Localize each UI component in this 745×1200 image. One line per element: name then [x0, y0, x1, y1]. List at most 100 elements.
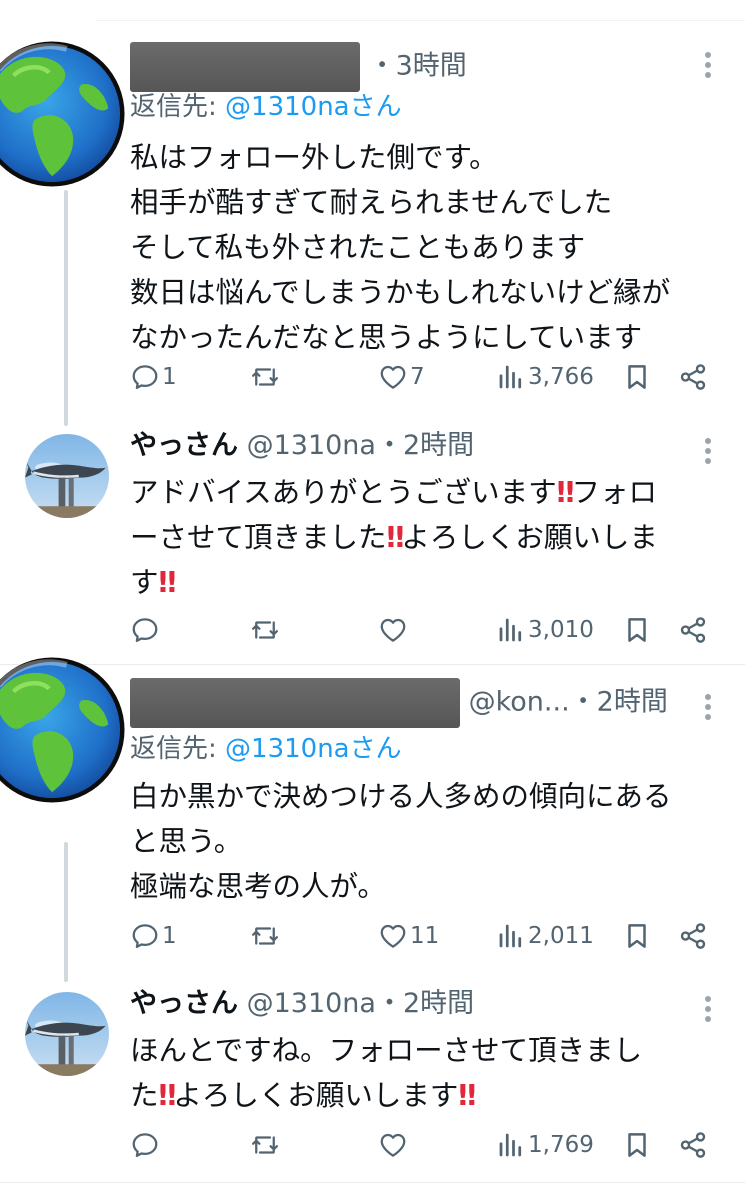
reply-button[interactable]: 1	[130, 916, 177, 956]
reply-button[interactable]	[130, 1125, 162, 1165]
bookmark-button[interactable]	[622, 916, 652, 956]
heart-icon	[378, 615, 408, 645]
redacted-name	[130, 678, 460, 728]
bookmark-button[interactable]	[622, 610, 652, 650]
views-chart-icon	[496, 921, 526, 951]
author-name[interactable]: やっさん	[130, 988, 238, 1019]
tweet-text-line: 私はフォロー外した側です。	[130, 141, 498, 174]
double-exclamation-emoji: ‼	[158, 1079, 177, 1112]
tweet-actions: 1 7 3,766	[130, 357, 715, 397]
share-icon	[678, 362, 708, 392]
whale-statue-icon	[25, 992, 109, 1076]
author-handle[interactable]: @1310na	[247, 988, 376, 1019]
tweet-text-line: と思う。	[130, 825, 243, 858]
views-button[interactable]: 3,010	[496, 610, 594, 650]
tweet[interactable]: @kon...・2時間 返信先: @1310naさん 白か黒かで決めつける人多め…	[0, 664, 745, 980]
bookmark-button[interactable]	[622, 1125, 652, 1165]
tweet-text: 白か黒かで決めつける人多めの傾向にある と思う。極端な思考の人が。	[130, 774, 720, 909]
reply-to-line: 返信先: @1310naさん	[130, 90, 402, 124]
reply-to-mention[interactable]: @1310naさん	[225, 92, 402, 122]
bookmark-icon	[622, 1130, 652, 1160]
author-handle[interactable]: @kon...	[469, 687, 570, 718]
author-handle[interactable]: @1310na	[247, 430, 376, 461]
retweet-icon	[250, 921, 280, 951]
bookmark-icon	[622, 921, 652, 951]
double-exclamation-emoji: ‼	[556, 476, 575, 509]
share-button[interactable]	[678, 916, 708, 956]
tweet-time[interactable]: ・2時間	[376, 988, 474, 1019]
double-exclamation-emoji: ‼	[158, 566, 177, 599]
tweet[interactable]: やっさん @1310na・2時間 ほんとですね。フォローさせて頂きまし た‼よろし…	[0, 980, 745, 1182]
like-count: 11	[410, 923, 440, 949]
tweet-time[interactable]: ・2時間	[570, 687, 668, 718]
retweet-icon	[250, 615, 280, 645]
thread-divider	[0, 1182, 745, 1183]
more-icon[interactable]	[705, 438, 711, 464]
like-button[interactable]: 11	[378, 916, 439, 956]
tweet-text-segment: よろしくお願いします	[173, 1079, 459, 1112]
double-exclamation-emoji: ‼	[386, 521, 405, 554]
tweet-text-segment: ーさせて頂きました	[130, 521, 387, 554]
tweet-actions: 1 11 2,011	[130, 916, 715, 956]
tweet-text-segment: よろしくお願いしま	[401, 521, 658, 554]
tweet-text-line: なかったんだなと思うようにしています	[130, 321, 643, 354]
more-icon[interactable]	[705, 52, 711, 78]
share-button[interactable]	[678, 610, 708, 650]
views-chart-icon	[496, 1130, 526, 1160]
tweet-text-line: 白か黒かで決めつける人多めの傾向にある	[130, 780, 672, 813]
whale-statue-icon	[25, 434, 109, 518]
author-name[interactable]: やっさん	[130, 430, 238, 461]
retweet-button[interactable]	[250, 916, 282, 956]
reply-button[interactable]: 1	[130, 357, 177, 397]
tweet-text-line: 相手が酷すぎて耐えられませんでした	[130, 186, 613, 219]
reply-to-label: 返信先:	[130, 734, 226, 764]
tweet-text: 私はフォロー外した側です。相手が酷すぎて耐えられませんでした そして私も外されたこ…	[130, 135, 720, 360]
bookmark-button[interactable]	[622, 357, 652, 397]
share-button[interactable]	[678, 1125, 708, 1165]
reply-button[interactable]	[130, 610, 162, 650]
avatar[interactable]	[0, 656, 126, 804]
heart-icon	[378, 1130, 408, 1160]
more-icon[interactable]	[705, 996, 711, 1022]
share-icon	[678, 921, 708, 951]
reply-to-mention[interactable]: @1310naさん	[225, 734, 402, 764]
bookmark-icon	[622, 362, 652, 392]
avatar[interactable]	[25, 434, 109, 518]
heart-icon	[378, 362, 408, 392]
tweet-text-line: 極端な思考の人が。	[130, 870, 386, 903]
tweet-text-segment: た	[130, 1079, 159, 1112]
retweet-button[interactable]	[250, 357, 282, 397]
tweet-text-segment: フォロ	[571, 476, 658, 509]
reply-count: 1	[162, 923, 177, 949]
like-button[interactable]: 7	[378, 357, 425, 397]
avatar[interactable]	[0, 40, 126, 188]
reply-icon	[130, 615, 160, 645]
tweet-actions: 3,010	[130, 610, 715, 650]
retweet-button[interactable]	[250, 610, 282, 650]
reply-to-line: 返信先: @1310naさん	[130, 732, 402, 766]
retweet-icon	[250, 1130, 280, 1160]
tweet-time[interactable]: ・2時間	[376, 430, 474, 461]
heart-icon	[378, 921, 408, 951]
views-button[interactable]: 1,769	[496, 1125, 594, 1165]
view-count: 3,766	[528, 364, 594, 390]
tweet-text-segment: アドバイスありがとうございます	[130, 476, 557, 509]
like-button[interactable]	[378, 610, 410, 650]
views-button[interactable]: 3,766	[496, 357, 594, 397]
bookmark-icon	[622, 615, 652, 645]
tweet-text: ほんとですね。フォローさせて頂きまし た‼よろしくお願いします‼	[130, 1028, 720, 1118]
share-button[interactable]	[678, 357, 708, 397]
avatar[interactable]	[25, 992, 109, 1076]
views-chart-icon	[496, 615, 526, 645]
redacted-name	[130, 42, 360, 92]
like-button[interactable]	[378, 1125, 410, 1165]
tweet[interactable]: ・3時間 返信先: @1310naさん 私はフォロー外した側です。相手が酷すぎて…	[0, 0, 745, 420]
more-icon[interactable]	[705, 694, 711, 720]
tweet[interactable]: やっさん @1310na・2時間 アドバイスありがとうございます‼フォロ ーさせて…	[0, 420, 745, 664]
tweet-time[interactable]: ・3時間	[369, 51, 467, 82]
retweet-button[interactable]	[250, 1125, 282, 1165]
views-button[interactable]: 2,011	[496, 916, 594, 956]
tweet-header: やっさん @1310na・2時間	[130, 428, 474, 464]
tweet-text-line: そして私も外されたこともあります	[130, 231, 586, 264]
tweet-text-segment: ほんとですね。フォローさせて頂きまし	[130, 1034, 643, 1067]
